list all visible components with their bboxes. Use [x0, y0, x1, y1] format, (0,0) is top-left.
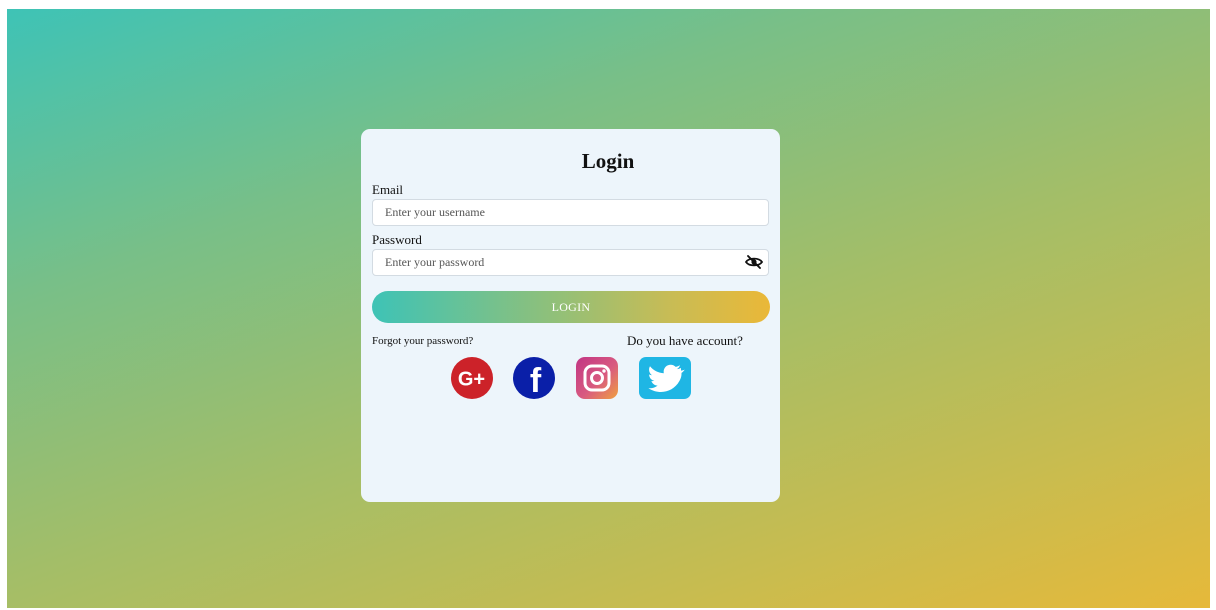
google-plus-icon[interactable]: G+: [451, 357, 493, 399]
facebook-icon[interactable]: f: [513, 357, 555, 400]
login-title: Login: [581, 149, 635, 173]
password-input[interactable]: [372, 249, 769, 276]
password-label: Password: [372, 232, 422, 247]
google-plus-text: G+: [458, 369, 485, 391]
have-account-link[interactable]: Do you have account?: [627, 333, 743, 349]
facebook-text: f: [530, 362, 542, 399]
twitter-icon[interactable]: [639, 357, 691, 399]
email-label: Email: [372, 182, 404, 197]
email-input[interactable]: [372, 199, 769, 226]
login-button[interactable]: LOGIN: [372, 291, 770, 323]
eye-slash-icon[interactable]: [744, 254, 764, 270]
forgot-password-link[interactable]: Forgot your password?: [372, 335, 473, 347]
instagram-icon[interactable]: [576, 357, 618, 399]
